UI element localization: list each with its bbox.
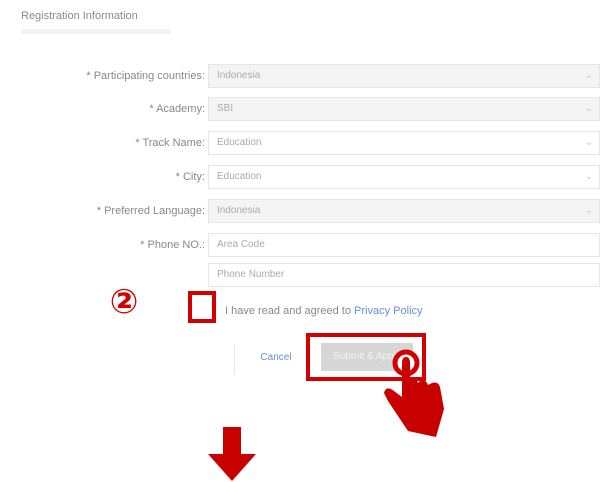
chevron-down-icon: ⌄ <box>584 103 593 114</box>
preferred-language-row: * Preferred Language: Indonesia ⌄ <box>0 199 611 225</box>
cancel-button[interactable]: Cancel <box>255 347 297 369</box>
track-name-label: * Track Name: <box>135 137 205 149</box>
participating-countries-select[interactable]: Indonesia ⌄ <box>208 64 600 88</box>
agreement-text: I have read and agreed to Privacy Policy <box>225 305 423 317</box>
participating-countries-value: Indonesia <box>217 70 261 81</box>
chevron-down-icon: ⌄ <box>584 137 593 148</box>
preferred-language-label: * Preferred Language: <box>96 205 205 217</box>
participating-countries-row: * Participating countries: Indonesia ⌄ <box>0 64 611 90</box>
academy-value: SBI <box>217 103 234 114</box>
academy-row: * Academy: SBI ⌄ <box>0 97 611 123</box>
title-underline <box>21 29 171 34</box>
city-value: Education <box>217 171 262 182</box>
city-select[interactable]: Education ⌄ <box>208 165 600 189</box>
preferred-language-select[interactable]: Indonesia ⌄ <box>208 199 600 223</box>
city-row: * City: Education ⌄ <box>0 165 611 191</box>
chevron-down-icon: ⌄ <box>584 205 593 216</box>
participating-countries-label: * Participating countries: <box>86 70 205 82</box>
chevron-down-icon: ⌄ <box>584 171 593 182</box>
area-code-input[interactable]: Area Code <box>208 233 600 257</box>
track-name-row: * Track Name: Education ⌄ <box>0 131 611 157</box>
phone-area-row: * Phone NO.: Area Code <box>0 233 611 259</box>
phone-label: * Phone NO.: <box>140 239 205 251</box>
down-arrow-icon <box>208 427 256 481</box>
form-title: Registration Information <box>21 10 138 22</box>
step-marker: ② <box>109 283 139 321</box>
privacy-policy-link[interactable]: Privacy Policy <box>354 305 422 317</box>
track-name-value: Education <box>217 137 262 148</box>
area-code-placeholder: Area Code <box>217 239 265 250</box>
track-name-select[interactable]: Education ⌄ <box>208 131 600 155</box>
agreement-prefix: I have read and agreed to <box>225 305 351 317</box>
button-divider <box>234 344 235 374</box>
phone-number-row: Phone Number <box>0 263 611 289</box>
phone-number-placeholder: Phone Number <box>217 269 285 280</box>
academy-select[interactable]: SBI ⌄ <box>208 97 600 121</box>
city-label: * City: <box>175 171 205 183</box>
chevron-down-icon: ⌄ <box>584 70 593 81</box>
pointer-hand-icon <box>384 349 444 437</box>
preferred-language-value: Indonesia <box>217 205 261 216</box>
phone-number-input[interactable]: Phone Number <box>208 263 600 287</box>
agreement-checkbox[interactable] <box>188 291 216 323</box>
academy-label: * Academy: <box>149 103 205 115</box>
